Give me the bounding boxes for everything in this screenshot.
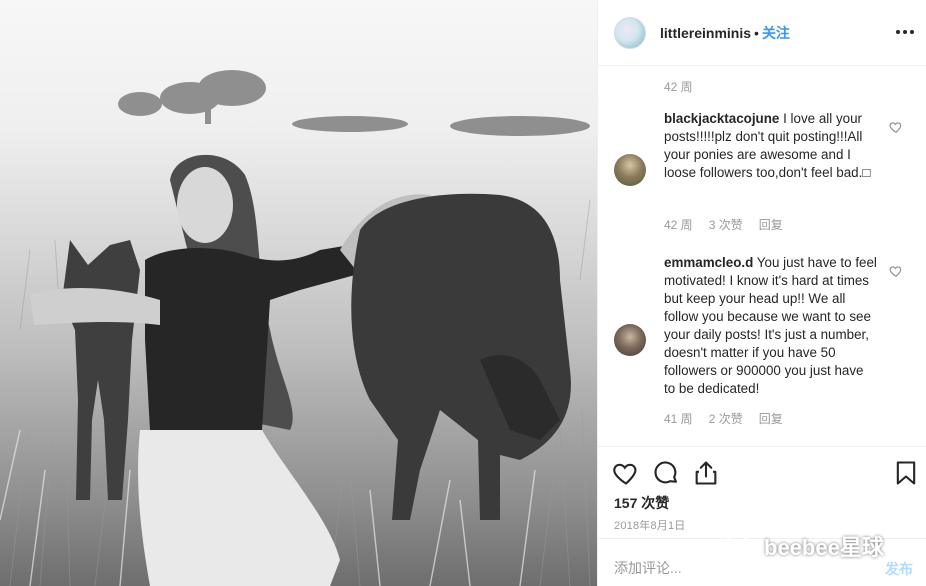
share-icon[interactable] <box>692 459 720 487</box>
watermark: beebee星球 <box>724 530 884 562</box>
comment-username[interactable]: blackjacktacojune <box>664 111 779 126</box>
horse <box>351 193 571 521</box>
comment-age: 42 周 <box>664 218 693 232</box>
comment-text: You just have to feel motivated! I know … <box>664 255 877 396</box>
wechat-logo-icon <box>725 534 756 557</box>
comment-icon[interactable] <box>652 459 680 487</box>
watermark-text: beebee星球 <box>764 535 884 560</box>
woman-left-arm <box>30 288 160 325</box>
bookmark-icon[interactable] <box>892 459 920 487</box>
comment-likes-link[interactable]: 3 次赞 <box>709 216 743 233</box>
post-side-panel: littlereinminis • 关注 42 周 blackjacktacoj… <box>597 0 926 586</box>
comment-like-icon[interactable] <box>889 120 903 134</box>
commenter-avatar[interactable] <box>614 324 646 356</box>
comment-meta: 42 周 3 次赞 回复 <box>664 216 783 233</box>
post-actions: 157 次赞 2018年8月1日 <box>598 446 926 538</box>
post-comment-button[interactable]: 发布 <box>885 559 913 579</box>
author-avatar[interactable] <box>614 16 646 49</box>
post-date: 2018年8月1日 <box>614 520 686 532</box>
comment-username[interactable]: emmamcleo.d <box>664 255 753 270</box>
photo-artwork <box>0 70 591 586</box>
post-header: littlereinminis • 关注 <box>598 0 926 66</box>
reply-button[interactable]: 回复 <box>759 410 783 427</box>
woman-skirt <box>138 430 340 586</box>
caption-age: 42 周 <box>664 80 693 94</box>
author-username[interactable]: littlereinminis <box>660 25 751 41</box>
post-photo[interactable] <box>0 0 597 586</box>
heart-icon[interactable] <box>612 459 640 487</box>
comment-body: blackjacktacojune I love all your posts!… <box>664 110 878 182</box>
comment-likes-link[interactable]: 2 次赞 <box>709 410 743 427</box>
follow-button[interactable]: 关注 <box>762 23 790 43</box>
comment-age: 41 周 <box>664 412 693 426</box>
comment-meta: 41 周 2 次赞 回复 <box>664 410 783 427</box>
commenter-avatar[interactable] <box>614 154 646 186</box>
woman-top <box>145 245 355 430</box>
comments-list[interactable]: 42 周 blackjacktacojune I love all your p… <box>598 66 926 446</box>
foal <box>62 240 140 500</box>
likes-count[interactable]: 157 次赞 <box>614 493 669 513</box>
reply-button[interactable]: 回复 <box>759 216 783 233</box>
header-separator: • <box>754 24 759 41</box>
woman-face <box>177 167 233 243</box>
more-options-icon[interactable] <box>895 22 915 42</box>
distant-trees <box>118 70 590 136</box>
comment-body: emmamcleo.d You just have to feel motiva… <box>664 254 878 398</box>
comment-like-icon[interactable] <box>889 264 903 278</box>
